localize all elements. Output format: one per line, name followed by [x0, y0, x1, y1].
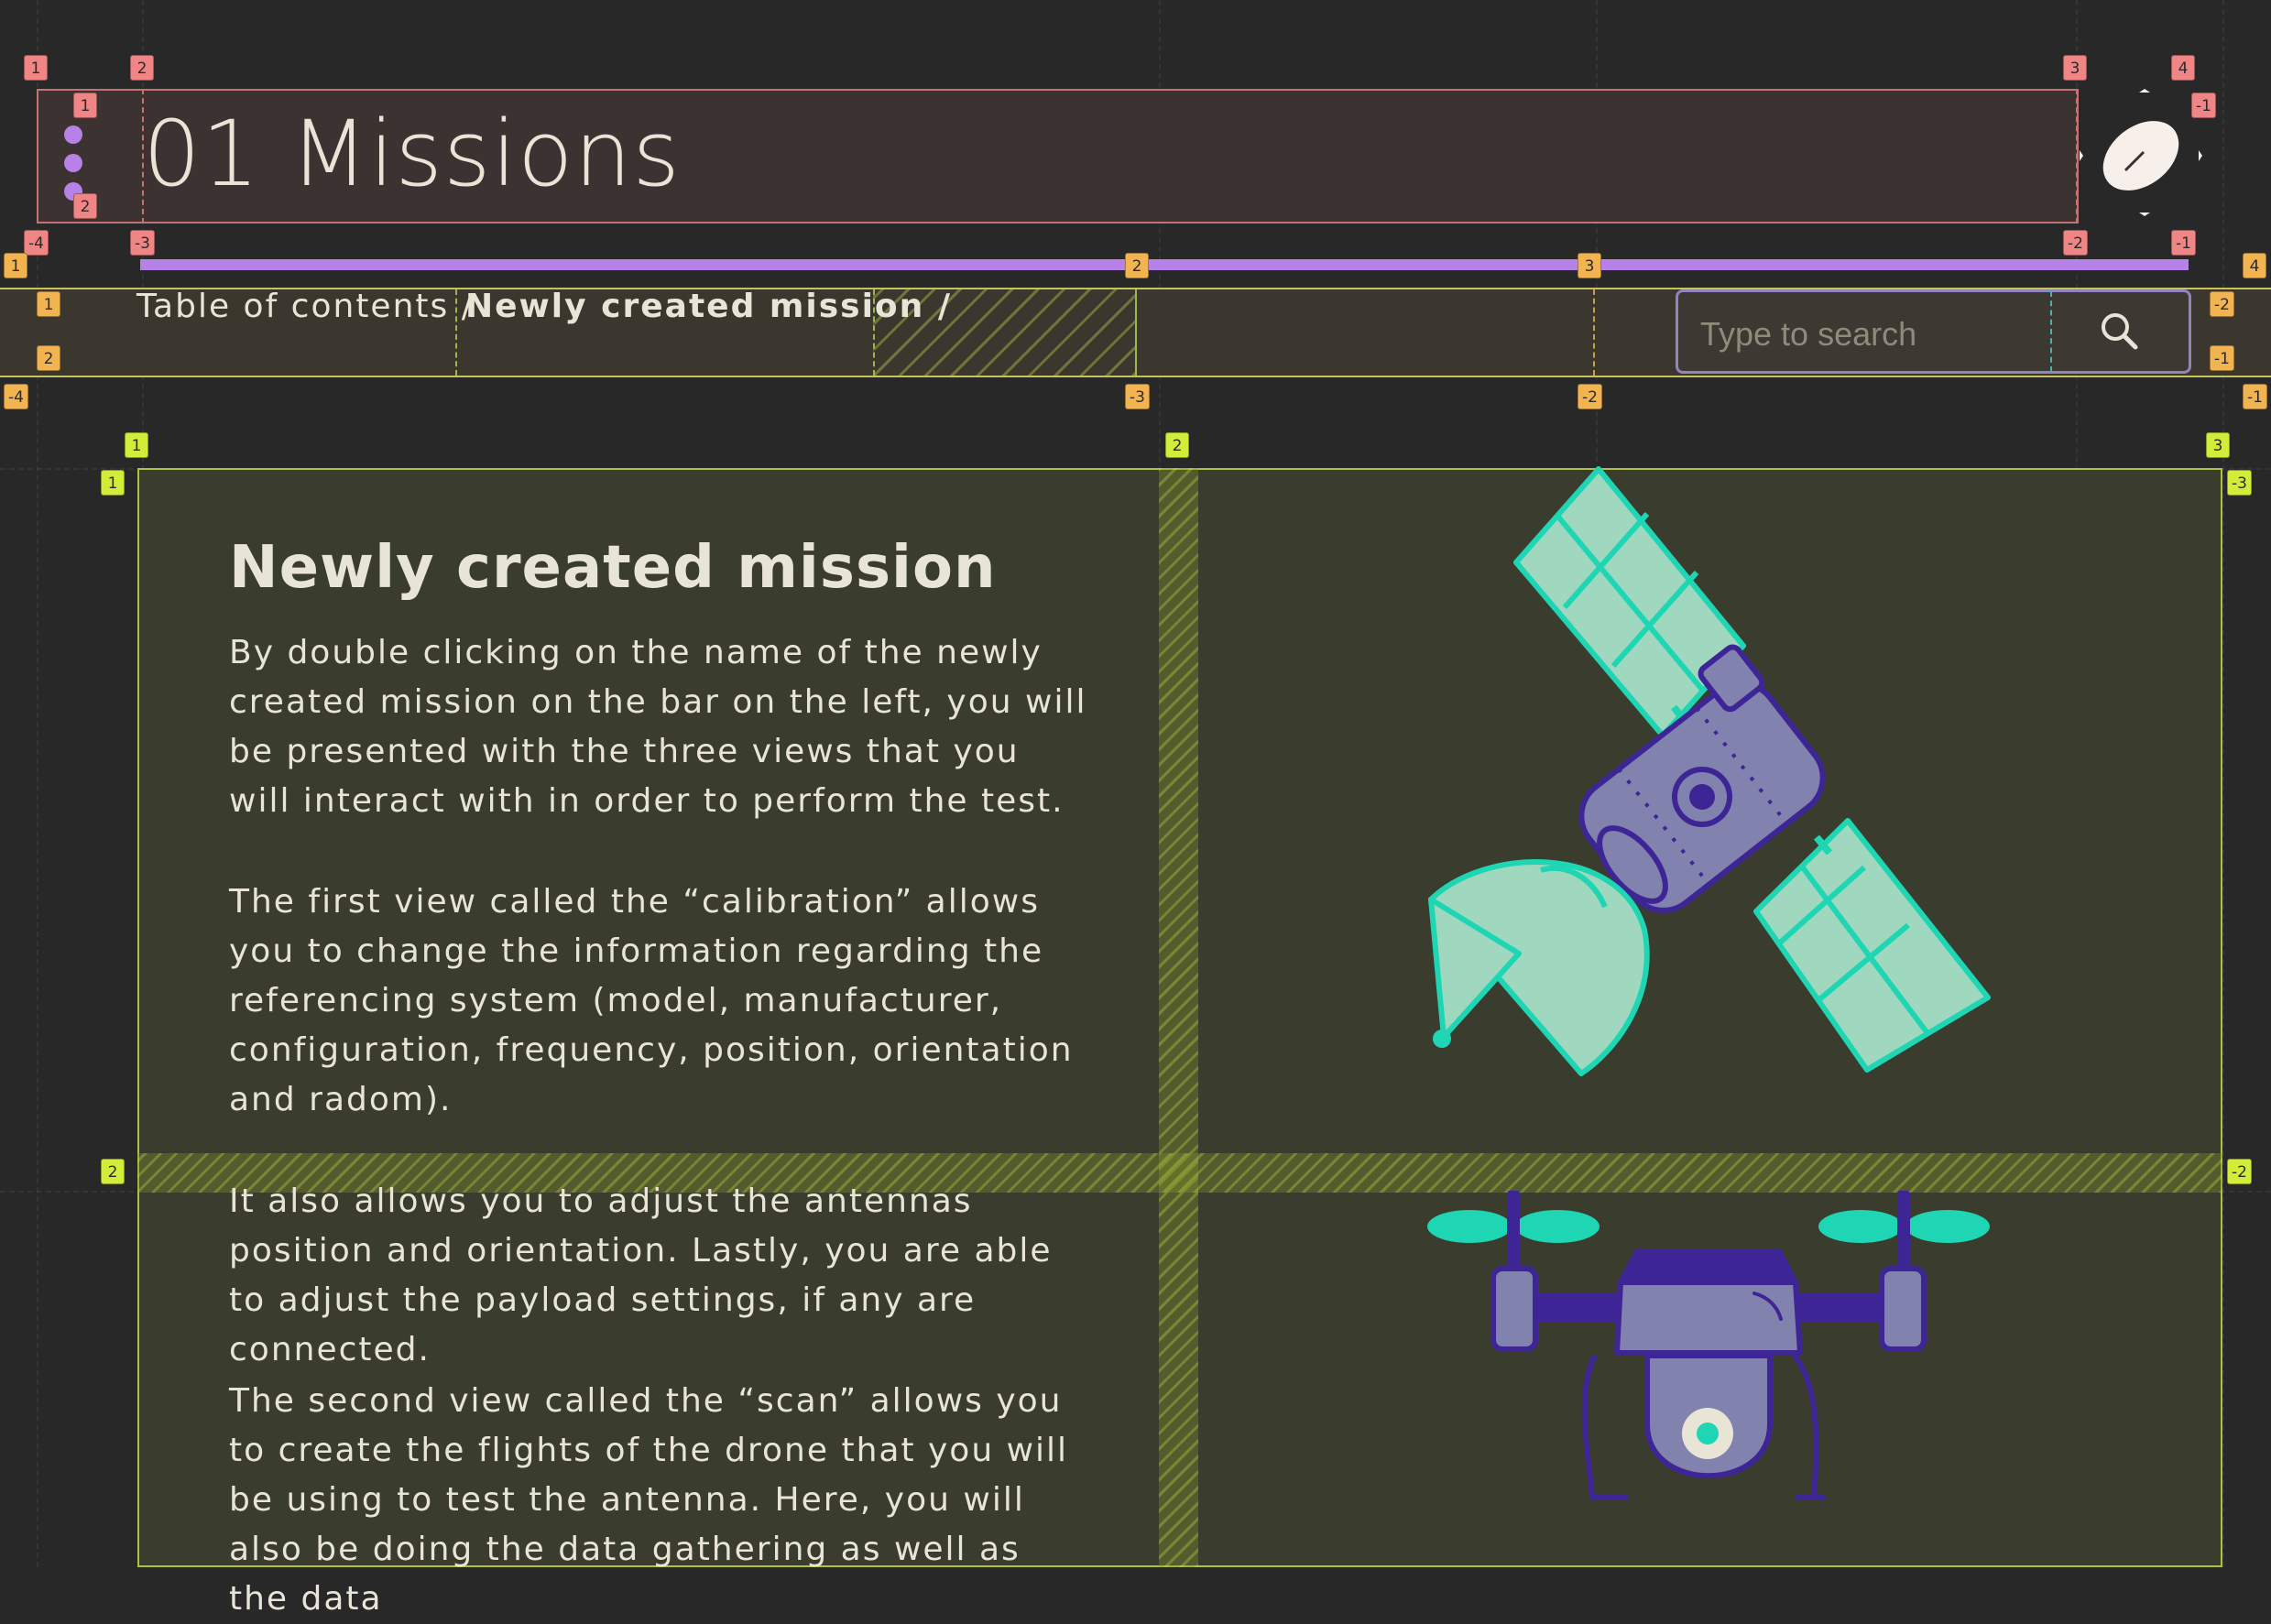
- satellite-illustration: [1411, 463, 2015, 1085]
- guide-marker: 1: [4, 253, 27, 278]
- handle-dot: [64, 154, 82, 172]
- guide-marker: 1: [125, 432, 148, 458]
- guide-line: [1593, 289, 1595, 376]
- drone-illustration: [1420, 1189, 2006, 1502]
- page-title: 01 Missions: [143, 102, 681, 207]
- guide-marker: -1: [2210, 345, 2234, 371]
- guide-marker: -2: [2063, 230, 2088, 256]
- guide-marker: 2: [37, 345, 60, 371]
- guide-marker: 1: [73, 93, 97, 118]
- guide-marker: -2: [1578, 384, 1602, 409]
- search-input[interactable]: [1698, 311, 2041, 358]
- breadcrumb-current-page[interactable]: Newly created mission /: [465, 284, 952, 330]
- paragraph: It also allows you to adjust the antenna…: [229, 1183, 1053, 1368]
- drag-handle-icon[interactable]: [64, 125, 82, 201]
- paragraph: The second view called the “scan” allows…: [229, 1382, 1069, 1618]
- guide-marker: 3: [2063, 55, 2087, 81]
- guide-marker: -2: [2227, 1159, 2252, 1184]
- header-accent-line: [140, 259, 2189, 270]
- breadcrumb-toc-link[interactable]: Table of contents /: [136, 284, 475, 330]
- guide-marker: 1: [101, 470, 125, 496]
- search-icon[interactable]: [2098, 310, 2140, 355]
- guide-marker: 1: [24, 55, 48, 81]
- satellite-dish-logo-icon[interactable]: [2070, 82, 2208, 229]
- section-heading: Newly created mission: [229, 534, 997, 602]
- guide-line: [142, 89, 144, 223]
- search-divider: [2050, 291, 2052, 372]
- guide-marker: 2: [1165, 432, 1189, 458]
- guide-marker: -2: [2210, 291, 2234, 317]
- guide-marker: -1: [2191, 93, 2216, 118]
- guide-marker: 1: [37, 291, 60, 317]
- guide-line: [2076, 89, 2078, 223]
- guide-marker: 3: [2206, 432, 2230, 458]
- grid-gutter-vertical: [1159, 468, 1198, 1567]
- guide-marker: -4: [4, 384, 28, 409]
- guide-marker: 2: [1125, 253, 1149, 278]
- guide-marker: 2: [101, 1159, 125, 1184]
- guide-marker: 2: [130, 55, 154, 81]
- guide-marker: 4: [2243, 253, 2266, 278]
- guide-marker: -1: [2171, 230, 2196, 256]
- guide-marker: 2: [73, 193, 97, 219]
- paragraph: By double clicking on the name of the ne…: [229, 634, 1087, 820]
- paragraph: The first view called the “calibration” …: [229, 883, 1074, 1118]
- handle-dot: [64, 125, 82, 144]
- guide-marker: 4: [2171, 55, 2195, 81]
- guide-marker: -3: [2227, 470, 2252, 496]
- guide-marker: -4: [24, 230, 49, 256]
- guide-marker: -3: [130, 230, 155, 256]
- guide-marker: -3: [1125, 384, 1150, 409]
- guide-marker: 3: [1578, 253, 1601, 278]
- guide-marker: -1: [2243, 384, 2267, 409]
- guide-line: [2222, 0, 2224, 1567]
